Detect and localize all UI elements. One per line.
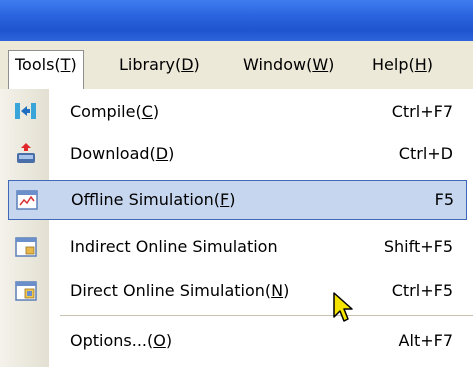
- menu-tools[interactable]: Tools(T): [8, 50, 84, 90]
- menubar: Tools(T) Library(D) Window(W) Help(H): [0, 41, 473, 90]
- menu-item-download-accelerator: D: [155, 144, 169, 163]
- menu-item-indirect-online-simulation-shortcut: Shift+F5: [383, 237, 453, 256]
- menu-item-compile[interactable]: Compile(C) Ctrl+F7: [0, 92, 473, 132]
- menu-item-options-label-pre: Options...(: [70, 331, 154, 350]
- offline-simulation-icon: [15, 188, 39, 212]
- menu-library-label-pre: Library(: [119, 55, 182, 74]
- menu-window-label-pre: Window(: [243, 55, 313, 74]
- menu-window-accelerator: W: [312, 55, 329, 74]
- menu-item-offline-simulation-accelerator: F: [220, 190, 230, 209]
- menu-item-offline-simulation-shortcut: F5: [434, 190, 454, 209]
- menu-item-indirect-online-simulation[interactable]: Indirect Online Simulation Shift+F5: [0, 227, 473, 267]
- menu-item-offline-simulation-label-pre: Offline Simulation(: [71, 190, 221, 209]
- menu-item-compile-label-post: ): [152, 102, 160, 121]
- menu-item-options-accelerator: O: [153, 331, 166, 350]
- menu-item-options[interactable]: Options...(O) Alt+F7: [0, 321, 473, 361]
- menu-tools-label-post: ): [70, 55, 77, 74]
- menu-help-label-post: ): [426, 55, 433, 74]
- direct-online-simulation-icon: [14, 279, 38, 303]
- menu-item-offline-simulation-label: Offline Simulation(F): [71, 180, 236, 220]
- menu-item-download-label-post: ): [168, 144, 175, 163]
- menu-item-download[interactable]: Download(D) Ctrl+D: [0, 134, 473, 174]
- indirect-online-simulation-icon: [14, 235, 38, 259]
- menu-item-direct-online-simulation-accelerator: N: [271, 281, 284, 300]
- menu-item-compile-label-pre: Compile(: [70, 102, 142, 121]
- tools-dropdown-menu: Compile(C) Ctrl+F7 Download(D) Ctrl+D Of…: [0, 89, 473, 367]
- menu-item-download-label: Download(D): [70, 134, 174, 174]
- menu-library-accelerator: D: [181, 55, 194, 74]
- menu-help[interactable]: Help(H): [366, 51, 439, 79]
- menu-item-offline-simulation[interactable]: Offline Simulation(F) F5: [8, 180, 467, 220]
- menu-item-compile-label: Compile(C): [70, 92, 159, 132]
- menu-item-options-label: Options...(O): [70, 321, 172, 361]
- menu-item-options-label-post: ): [165, 331, 173, 350]
- menu-window[interactable]: Window(W): [237, 51, 340, 79]
- menu-library[interactable]: Library(D): [113, 51, 206, 79]
- menu-item-direct-online-simulation[interactable]: Direct Online Simulation(N) Ctrl+F5: [0, 271, 473, 311]
- menu-tools-accelerator: T: [60, 55, 71, 74]
- menu-help-accelerator: H: [414, 55, 427, 74]
- menu-help-label-pre: Help(: [372, 55, 415, 74]
- menu-item-direct-online-simulation-label-pre: Direct Online Simulation(: [70, 281, 272, 300]
- menu-separator: [60, 315, 473, 316]
- menu-item-compile-shortcut: Ctrl+F7: [391, 102, 453, 121]
- mouse-pointer-icon: [332, 291, 356, 325]
- download-icon: [14, 142, 38, 166]
- menu-library-label-post: ): [193, 55, 200, 74]
- menu-window-label-post: ): [328, 55, 335, 74]
- menu-item-compile-accelerator: C: [141, 102, 153, 121]
- menu-item-options-shortcut: Alt+F7: [398, 331, 453, 350]
- menu-tools-label-pre: Tools(: [15, 55, 61, 74]
- window-titlebar: [0, 0, 473, 41]
- compile-icon: [14, 100, 38, 124]
- menu-item-download-shortcut: Ctrl+D: [398, 144, 453, 163]
- menu-item-direct-online-simulation-label-post: ): [283, 281, 290, 300]
- menu-item-download-label-pre: Download(: [70, 144, 156, 163]
- menu-item-indirect-online-simulation-label: Indirect Online Simulation: [70, 237, 278, 256]
- menu-item-offline-simulation-label-post: ): [229, 190, 236, 209]
- menu-item-direct-online-simulation-shortcut: Ctrl+F5: [391, 281, 453, 300]
- menu-item-direct-online-simulation-label: Direct Online Simulation(N): [70, 271, 289, 311]
